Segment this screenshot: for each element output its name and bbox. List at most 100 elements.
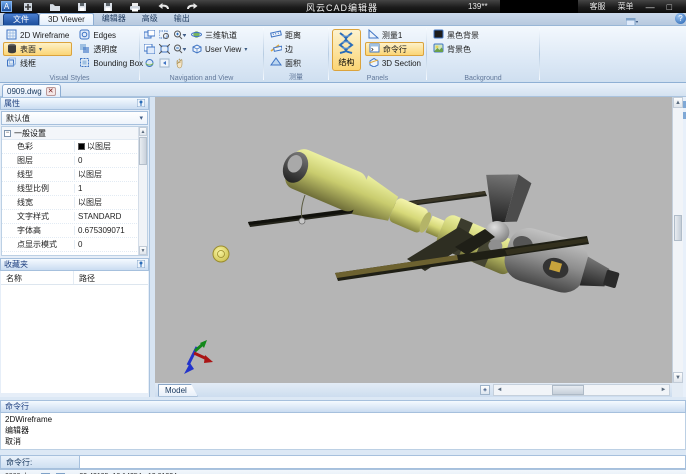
scroll-left-icon[interactable]: ◄ [494, 385, 505, 395]
help-icon[interactable]: ? [675, 13, 686, 24]
pan-hand-icon[interactable] [173, 57, 186, 69]
status-bar: 0909.dwg 39.42195; 10.14254; -12.01224 [0, 469, 686, 474]
scrollbar-thumb[interactable] [552, 385, 584, 395]
edges-button[interactable]: Edges [76, 28, 146, 42]
document-tab[interactable]: 0909.dwg ✕ [2, 84, 61, 97]
property-row[interactable]: 点显示模式 0 [2, 238, 147, 252]
redacted-area [500, 0, 578, 13]
background-color-button[interactable]: 背景色 [430, 42, 537, 56]
property-row[interactable]: 线型 以图层 [2, 168, 147, 182]
layout-tabs-menu-button[interactable]: ◈ [480, 385, 490, 395]
maximize-button[interactable]: □ [667, 2, 672, 12]
3d-viewport[interactable] [155, 97, 672, 383]
support-button[interactable]: 客服 [590, 1, 606, 12]
property-group-row[interactable]: − 一般设置 [2, 127, 147, 140]
tab-model[interactable]: Model [158, 384, 198, 397]
property-row[interactable]: 文字样式 STANDARD [2, 210, 147, 224]
new-file-icon[interactable] [23, 2, 33, 12]
undo-icon[interactable] [157, 2, 170, 12]
property-grid-scrollbar[interactable]: ▲ ▼ [138, 127, 147, 255]
save-icon[interactable] [77, 2, 87, 12]
section-3d-icon [368, 57, 379, 69]
property-row[interactable]: 色彩 以图层 [2, 140, 147, 154]
favorites-list[interactable] [1, 285, 148, 393]
ribbon-group-measure: 距离 边 面积 测量 [264, 26, 328, 82]
bounding-box-icon [79, 57, 90, 70]
surface-icon [7, 43, 17, 56]
property-row[interactable]: 图层 0 [2, 154, 147, 168]
measure1-panel-button[interactable]: 测量1 [365, 28, 424, 42]
document-tab-bar: 0909.dwg ✕ [0, 83, 686, 97]
measure-edge-button[interactable]: 边 [267, 42, 326, 56]
zoom-out-icon[interactable] [173, 43, 186, 55]
command-window-icon [369, 43, 380, 55]
distance-icon [270, 29, 282, 41]
property-row[interactable]: 线型比例 1 [2, 182, 147, 196]
command-history[interactable]: 2DWireframe 编辑器 取消 [0, 413, 686, 450]
favorites-col-path[interactable]: 路径 [74, 271, 95, 284]
view-cascade-icon[interactable] [143, 43, 156, 55]
orbit-3d-button[interactable]: 三维轨道 [188, 28, 240, 42]
tab-advanced[interactable]: 高级 [134, 13, 166, 25]
previous-view-icon[interactable] [158, 57, 171, 69]
horizontal-scrollbar[interactable]: ◄ ► [493, 384, 670, 396]
edge-measure-icon [270, 43, 282, 55]
3d-section-button[interactable]: 3D Section [365, 56, 424, 70]
pan-window-icon[interactable] [143, 29, 156, 41]
menu-button[interactable]: 菜单 [618, 1, 634, 12]
pin-icon[interactable] [137, 260, 145, 270]
wireframe-button[interactable]: 线框 [3, 56, 72, 70]
minimize-button[interactable]: — [646, 2, 655, 12]
collapse-icon[interactable]: − [4, 130, 11, 137]
group-label-navigation: Navigation and View [140, 75, 263, 82]
favorites-panel-header: 收藏夹 [0, 258, 149, 271]
tab-output[interactable]: 输出 [166, 13, 198, 25]
command-input[interactable] [80, 455, 686, 469]
orbit-constrained-icon[interactable] [143, 57, 156, 69]
open-folder-icon[interactable] [49, 2, 61, 12]
bounding-box-button[interactable]: Bounding Box [76, 56, 146, 70]
zoom-window-icon[interactable] [158, 29, 171, 41]
scroll-up-icon[interactable]: ▲ [139, 127, 147, 136]
scroll-right-icon[interactable]: ► [658, 385, 669, 395]
properties-panel-header: 属性 [0, 97, 149, 110]
wireframe-2d-icon [6, 29, 17, 42]
favorites-column-headers: 名称 路径 [1, 271, 148, 285]
structure-panel-button[interactable]: 结构 [332, 29, 361, 71]
scroll-down-icon[interactable]: ▼ [139, 246, 147, 255]
title-bar: A 风云CAD编辑器 139** 客服 菜单 — □ [0, 0, 686, 13]
property-row[interactable]: 线宽 以图层 [2, 196, 147, 210]
scroll-up-icon[interactable]: ▲ [673, 97, 683, 108]
transparency-button[interactable]: 透明度 [76, 42, 146, 56]
command-line-panel-button[interactable]: 命令行 [365, 42, 424, 56]
redo-icon[interactable] [186, 2, 199, 12]
favorites-col-name[interactable]: 名称 [1, 271, 74, 284]
orbit-3d-icon [191, 29, 202, 42]
print-icon[interactable] [129, 2, 141, 12]
save-as-icon[interactable] [103, 2, 113, 12]
tab-editor[interactable]: 编辑器 [94, 13, 134, 25]
user-view-icon [191, 43, 202, 56]
scroll-down-icon[interactable]: ▼ [673, 372, 683, 383]
chevron-down-icon: ▾ [39, 46, 42, 53]
main-area: 属性 默认值 ▾ − 一般设置 色彩 以图层 图层 0 [0, 97, 686, 397]
2d-wireframe-button[interactable]: 2D Wireframe [3, 28, 72, 42]
tab-3d-viewer[interactable]: 3D Viewer [39, 13, 94, 25]
ribbon-group-background: 黑色背景 背景色 Background [427, 26, 539, 82]
command-history-line: 编辑器 [5, 425, 681, 436]
vertical-scrollbar[interactable]: ▲ ▼ [672, 97, 683, 383]
property-row[interactable]: 字体高 0.675309071 [2, 224, 147, 238]
zoom-extents-icon[interactable] [158, 43, 171, 55]
measure-area-button[interactable]: 面积 [267, 56, 326, 70]
measure-distance-button[interactable]: 距离 [267, 28, 326, 42]
close-icon[interactable]: ✕ [46, 87, 56, 96]
black-background-button[interactable]: 黑色背景 [430, 28, 537, 42]
scrollbar-thumb[interactable] [674, 215, 682, 241]
user-view-button[interactable]: User View ▾ [188, 42, 250, 56]
property-preset-dropdown[interactable]: 默认值 ▾ [1, 111, 148, 125]
pin-icon[interactable] [137, 99, 145, 109]
ucs-axis-icon [184, 340, 213, 374]
zoom-in-icon[interactable] [173, 29, 186, 41]
surface-style-button[interactable]: 表面 ▾ [3, 42, 72, 56]
tab-file[interactable]: 文件 [3, 13, 39, 25]
